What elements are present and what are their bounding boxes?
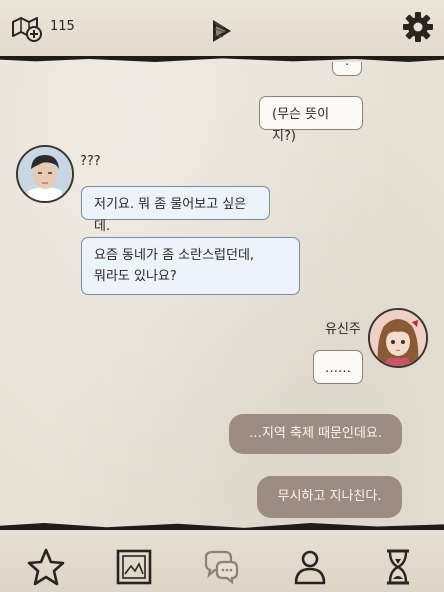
gear-icon[interactable] <box>402 11 434 43</box>
message-text: (무슨 뜻이지?) <box>272 107 330 144</box>
girl-avatar <box>368 308 428 368</box>
message-text: 저기요. 뭐 좀 물어보고 싶은데. <box>94 197 247 234</box>
speaker-name: ??? <box>80 154 101 169</box>
top-bar: 115 <box>0 0 444 56</box>
message-text: …… <box>325 361 351 376</box>
message-text-line-1: 요즘 동네가 좀 소란스럽던데, <box>94 248 255 263</box>
choice-button-ignore[interactable]: 무시하고 지나친다. <box>257 476 402 518</box>
partial-text: : <box>345 62 349 69</box>
hourglass-icon[interactable] <box>378 547 418 587</box>
chat-bubble-right: (무슨 뜻이지?) <box>259 96 363 144</box>
choice-text: 무시하고 지나친다. <box>277 489 382 504</box>
play-icon[interactable] <box>209 17 235 45</box>
choice-button-festival[interactable]: …지역 축제 때문인데요. <box>229 414 402 454</box>
message-text-line-2: 뭐라도 있나요? <box>94 269 177 284</box>
map-plus-icon[interactable] <box>10 14 44 42</box>
speaker-name: 유신주 <box>325 322 361 337</box>
chat-area[interactable]: : (무슨 뜻이지?) ??? 저기요. 뭐 좀 물어보고 싶은데. 요즘 동네… <box>0 62 444 523</box>
chat-bubble-right: …… <box>313 350 363 384</box>
choice-text: …지역 축제 때문인데요. <box>248 426 383 441</box>
chat-bubble-left: 요즘 동네가 좀 소란스럽던데, 뭐라도 있나요? <box>81 237 300 295</box>
chat-bubble-partial: : <box>332 62 362 76</box>
man-portrait-icon <box>18 147 72 201</box>
person-icon[interactable] <box>290 547 330 587</box>
currency-value: 115 <box>50 19 75 34</box>
star-icon[interactable] <box>26 547 66 587</box>
girl-portrait-icon <box>370 310 426 366</box>
man-avatar <box>16 145 74 203</box>
chat-bubbles-icon[interactable] <box>201 547 241 587</box>
picture-frame-icon[interactable] <box>114 547 154 587</box>
chat-bubble-left: 저기요. 뭐 좀 물어보고 싶은데. <box>81 186 270 234</box>
